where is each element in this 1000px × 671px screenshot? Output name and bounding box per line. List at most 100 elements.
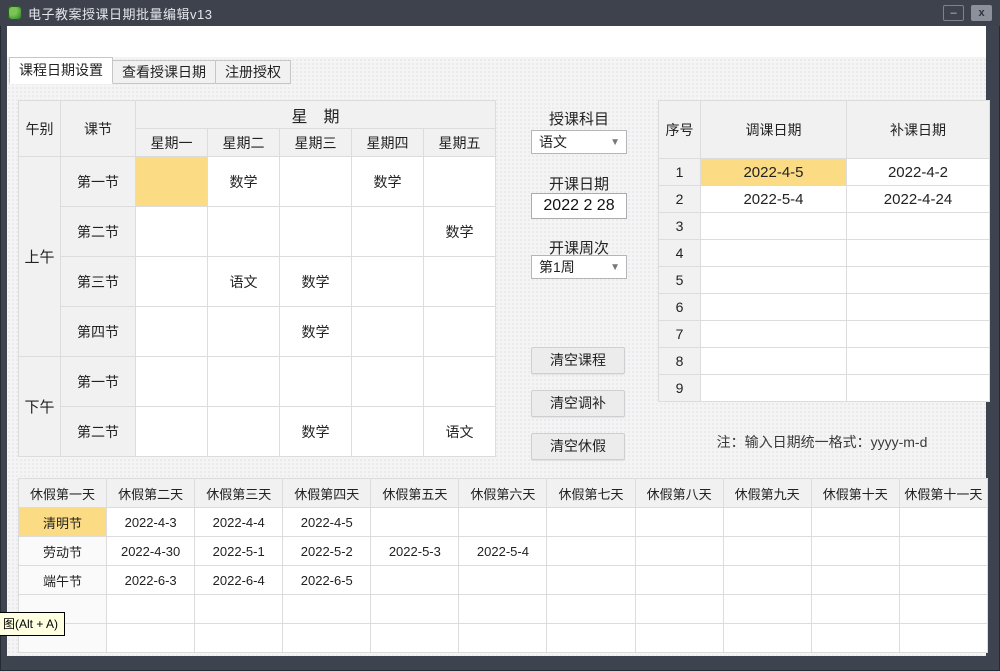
- clear-courses-button[interactable]: 清空课程: [531, 347, 625, 374]
- adjust-date-cell-selected[interactable]: 2022-4-5: [701, 159, 847, 186]
- holiday-date-cell[interactable]: [107, 595, 195, 624]
- schedule-cell[interactable]: [424, 157, 496, 207]
- tab-registration[interactable]: 注册授权: [215, 60, 291, 84]
- makeup-date-cell[interactable]: [847, 348, 990, 375]
- holiday-date-cell[interactable]: [371, 595, 459, 624]
- adjust-date-cell[interactable]: [701, 213, 847, 240]
- schedule-cell[interactable]: 数学: [280, 257, 352, 307]
- schedule-cell[interactable]: [208, 207, 280, 257]
- holiday-date-cell[interactable]: [899, 508, 987, 537]
- schedule-cell[interactable]: [136, 257, 208, 307]
- makeup-date-cell[interactable]: [847, 240, 990, 267]
- holiday-date-cell[interactable]: [459, 566, 547, 595]
- holiday-date-cell[interactable]: 2022-5-4: [459, 537, 547, 566]
- schedule-cell[interactable]: [352, 207, 424, 257]
- holiday-date-cell[interactable]: [283, 624, 371, 653]
- holiday-date-cell[interactable]: [547, 508, 635, 537]
- holiday-date-cell[interactable]: [547, 566, 635, 595]
- clear-holiday-button[interactable]: 清空休假: [531, 433, 625, 460]
- schedule-cell[interactable]: 数学: [352, 157, 424, 207]
- start-date-input[interactable]: [531, 193, 627, 219]
- makeup-date-cell[interactable]: [847, 321, 990, 348]
- holiday-date-cell[interactable]: 2022-6-3: [107, 566, 195, 595]
- holiday-date-cell[interactable]: [635, 508, 723, 537]
- holiday-date-cell[interactable]: 2022-5-3: [371, 537, 459, 566]
- schedule-cell[interactable]: [352, 357, 424, 407]
- schedule-cell[interactable]: 数学: [280, 407, 352, 457]
- schedule-cell[interactable]: 数学: [280, 307, 352, 357]
- schedule-cell[interactable]: [208, 407, 280, 457]
- schedule-cell[interactable]: [352, 407, 424, 457]
- holiday-date-cell[interactable]: [635, 595, 723, 624]
- start-week-select[interactable]: 第1周 ▼: [531, 255, 627, 279]
- holiday-date-cell[interactable]: [371, 624, 459, 653]
- makeup-date-cell[interactable]: [847, 213, 990, 240]
- holiday-date-cell[interactable]: [723, 566, 811, 595]
- holiday-date-cell[interactable]: [723, 508, 811, 537]
- holiday-date-cell[interactable]: [107, 624, 195, 653]
- holiday-date-cell[interactable]: [899, 537, 987, 566]
- holiday-date-cell[interactable]: [547, 595, 635, 624]
- close-button[interactable]: x: [971, 5, 992, 21]
- holiday-date-cell[interactable]: [811, 508, 899, 537]
- makeup-date-cell[interactable]: [847, 294, 990, 321]
- adjust-date-cell[interactable]: [701, 321, 847, 348]
- holiday-date-cell[interactable]: 2022-4-30: [107, 537, 195, 566]
- holiday-date-cell[interactable]: [459, 508, 547, 537]
- adjust-date-cell[interactable]: [701, 294, 847, 321]
- holiday-date-cell[interactable]: [899, 595, 987, 624]
- holiday-date-cell[interactable]: 2022-5-1: [195, 537, 283, 566]
- schedule-cell[interactable]: [208, 357, 280, 407]
- holiday-date-cell[interactable]: [459, 595, 547, 624]
- makeup-date-cell[interactable]: 2022-4-2: [847, 159, 990, 186]
- holiday-date-cell[interactable]: [811, 566, 899, 595]
- holiday-date-cell[interactable]: 2022-6-4: [195, 566, 283, 595]
- holiday-date-cell[interactable]: [547, 624, 635, 653]
- holiday-date-cell[interactable]: [547, 537, 635, 566]
- holiday-date-cell[interactable]: [371, 508, 459, 537]
- tab-view-teaching-dates[interactable]: 查看授课日期: [112, 60, 216, 84]
- holiday-date-cell[interactable]: [195, 595, 283, 624]
- holiday-date-cell[interactable]: [811, 537, 899, 566]
- adjust-date-cell[interactable]: [701, 240, 847, 267]
- holiday-date-cell[interactable]: 2022-4-4: [195, 508, 283, 537]
- schedule-cell[interactable]: 语文: [208, 257, 280, 307]
- makeup-date-cell[interactable]: [847, 375, 990, 402]
- schedule-cell[interactable]: [280, 157, 352, 207]
- holiday-name-cell-selected[interactable]: 清明节: [19, 508, 107, 537]
- holiday-date-cell[interactable]: [899, 566, 987, 595]
- holiday-date-cell[interactable]: [899, 624, 987, 653]
- schedule-cell[interactable]: [208, 307, 280, 357]
- holiday-date-cell[interactable]: 2022-4-5: [283, 508, 371, 537]
- holiday-date-cell[interactable]: [811, 624, 899, 653]
- adjust-date-cell[interactable]: [701, 348, 847, 375]
- holiday-date-cell[interactable]: [635, 566, 723, 595]
- holiday-name-cell[interactable]: 端午节: [19, 566, 107, 595]
- schedule-cell[interactable]: [352, 307, 424, 357]
- tab-course-date-settings[interactable]: 课程日期设置: [9, 57, 113, 84]
- holiday-date-cell[interactable]: [371, 566, 459, 595]
- schedule-cell[interactable]: 数学: [424, 207, 496, 257]
- schedule-cell[interactable]: [136, 307, 208, 357]
- holiday-date-cell[interactable]: [723, 537, 811, 566]
- schedule-cell[interactable]: [424, 357, 496, 407]
- holiday-date-cell[interactable]: [723, 595, 811, 624]
- adjust-date-cell[interactable]: [701, 267, 847, 294]
- holiday-date-cell[interactable]: [635, 537, 723, 566]
- schedule-cell[interactable]: [352, 257, 424, 307]
- holiday-date-cell[interactable]: [195, 624, 283, 653]
- clear-adjust-button[interactable]: 清空调补: [531, 390, 625, 417]
- schedule-cell[interactable]: [280, 357, 352, 407]
- makeup-date-cell[interactable]: [847, 267, 990, 294]
- schedule-cell[interactable]: 语文: [424, 407, 496, 457]
- schedule-cell[interactable]: [424, 257, 496, 307]
- schedule-cell[interactable]: [280, 207, 352, 257]
- holiday-date-cell[interactable]: 2022-6-5: [283, 566, 371, 595]
- schedule-cell[interactable]: [136, 407, 208, 457]
- minimize-button[interactable]: –: [943, 5, 964, 21]
- holiday-date-cell[interactable]: [723, 624, 811, 653]
- schedule-cell[interactable]: 数学: [208, 157, 280, 207]
- holiday-date-cell[interactable]: [459, 624, 547, 653]
- schedule-cell[interactable]: [136, 357, 208, 407]
- holiday-date-cell[interactable]: [811, 595, 899, 624]
